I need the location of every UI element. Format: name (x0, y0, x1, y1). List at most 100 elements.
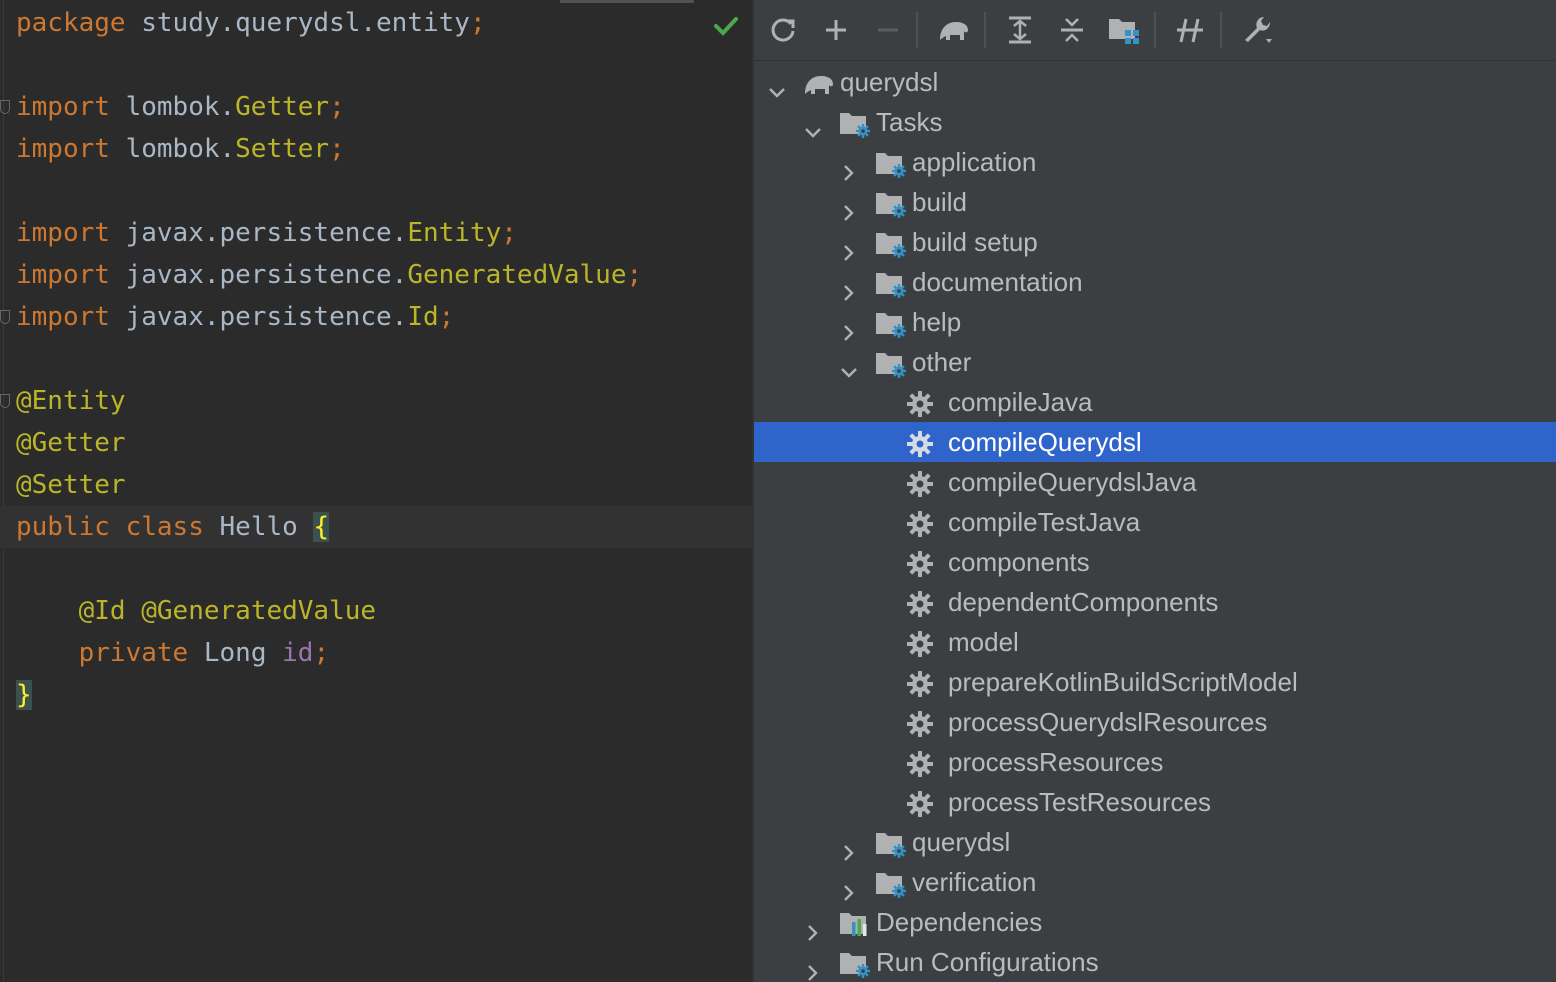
code-line[interactable]: @Entity (16, 380, 126, 422)
fold-marker-icon[interactable] (0, 100, 10, 114)
code-line[interactable]: import javax.persistence.Id; (16, 296, 454, 338)
link-gradle-project-button[interactable] (816, 10, 856, 50)
reload-all-gradle-projects-button[interactable] (764, 10, 804, 50)
gear-icon (906, 389, 940, 417)
code-token: @GeneratedValue (141, 596, 377, 626)
code-line[interactable]: package study.querydsl.entity; (16, 2, 486, 44)
tree-item-label: compileJava (948, 387, 1093, 417)
chevron-right-icon[interactable] (840, 193, 858, 221)
refresh-icon (771, 18, 795, 42)
code-token: ; (438, 302, 455, 332)
chevron-right-icon[interactable] (840, 313, 858, 341)
tree-item-verification[interactable]: verification (754, 862, 1556, 902)
tree-item-help[interactable]: help (754, 302, 1556, 342)
tree-item-tasks[interactable]: Tasks (754, 102, 1556, 142)
group-modules-button[interactable] (1104, 10, 1144, 50)
tree-item-label: processQuerydslResources (948, 707, 1268, 737)
code-line[interactable]: import lombok.Setter; (16, 128, 345, 170)
collapse-all-icon (1061, 18, 1083, 42)
code-token: javax.persistence. (109, 302, 408, 332)
code-token: javax.persistence. (109, 260, 408, 290)
gear-icon (906, 669, 940, 697)
tree-item-project-querydsl[interactable]: querydsl (754, 62, 1556, 102)
unlink-gradle-project-button[interactable] (868, 10, 908, 50)
tree-item-label: application (912, 147, 1037, 177)
toolbar-separator (916, 12, 918, 48)
code-line[interactable]: @Id @GeneratedValue (16, 590, 376, 632)
task-processtestresources[interactable]: processTestResources (754, 782, 1556, 822)
chevron-right-icon[interactable] (840, 873, 858, 901)
task-components[interactable]: components (754, 542, 1556, 582)
code-line[interactable]: public class Hello { (16, 506, 330, 548)
gear-icon (906, 709, 940, 737)
gradle-toolbar (754, 0, 1556, 61)
folder-group-icon (1109, 19, 1139, 44)
plus-icon (826, 20, 846, 40)
toggle-offline-mode-button[interactable] (1170, 10, 1210, 50)
chevron-right-icon[interactable] (804, 953, 822, 981)
code-token: ; (501, 218, 517, 248)
expand-all-button[interactable] (1000, 10, 1040, 50)
task-model[interactable]: model (754, 622, 1556, 662)
task-compilequerydsl[interactable]: compileQuerydsl (754, 422, 1556, 462)
task-compilequerydsljava[interactable]: compileQuerydslJava (754, 462, 1556, 502)
minus-icon (878, 28, 898, 32)
collapse-all-button[interactable] (1052, 10, 1092, 50)
code-line[interactable]: import javax.persistence.Entity; (16, 212, 517, 254)
chevron-right-icon[interactable] (840, 273, 858, 301)
code-token: private (78, 638, 189, 668)
code-line[interactable]: import lombok.Getter; (16, 86, 345, 128)
tree-item-other[interactable]: other (754, 342, 1556, 382)
chevron-right-icon[interactable] (840, 233, 858, 261)
tree-item-label: compileQuerydslJava (948, 467, 1197, 497)
task-folder-icon (874, 869, 908, 898)
tree-item-label: compileTestJava (948, 507, 1141, 537)
tree-item-label: build setup (912, 227, 1038, 257)
chevron-right-icon[interactable] (804, 913, 822, 941)
code-line[interactable]: private Long id; (16, 632, 329, 674)
task-processquerydslresources[interactable]: processQuerydslResources (754, 702, 1556, 742)
build-tool-settings-button[interactable] (1238, 10, 1278, 50)
tree-item-application[interactable]: application (754, 142, 1556, 182)
code-token: class (125, 512, 204, 542)
code-line[interactable]: @Setter (16, 464, 126, 506)
task-folder-icon (874, 149, 908, 178)
code-editor[interactable]: package study.querydsl.entity; import lom… (0, 0, 752, 982)
gradle-tool-window: querydsl Tasks application build build setup… (754, 0, 1556, 982)
code-token: ; (329, 92, 345, 122)
task-dependentcomponents[interactable]: dependentComponents (754, 582, 1556, 622)
tree-item-querydsl-group[interactable]: querydsl (754, 822, 1556, 862)
tree-item-label: Run Configurations (876, 947, 1099, 977)
chevron-down-icon[interactable] (840, 353, 858, 378)
code-token: import (16, 92, 110, 122)
code-line[interactable]: import javax.persistence.GeneratedValue; (16, 254, 642, 296)
fold-marker-icon[interactable] (0, 310, 10, 324)
execute-gradle-task-button[interactable] (934, 10, 974, 50)
chevron-down-icon[interactable] (804, 113, 822, 138)
task-compiletestjava[interactable]: compileTestJava (754, 502, 1556, 542)
tree-item-build-setup[interactable]: build setup (754, 222, 1556, 262)
task-folder-icon (838, 949, 872, 978)
task-folder-icon (874, 229, 908, 258)
code-line[interactable]: } (16, 674, 32, 716)
chevron-right-icon[interactable] (840, 153, 858, 181)
check-icon[interactable] (712, 14, 740, 38)
editor-scroll-marker (560, 0, 694, 3)
task-preparekotlinbuildscriptmodel[interactable]: prepareKotlinBuildScriptModel (754, 662, 1556, 702)
task-processresources[interactable]: processResources (754, 742, 1556, 782)
tree-item-dependencies[interactable]: Dependencies (754, 902, 1556, 942)
tree-item-build[interactable]: build (754, 182, 1556, 222)
code-line[interactable]: @Getter (16, 422, 126, 464)
code-token: Hello (203, 512, 314, 542)
code-token: import (16, 218, 110, 248)
tree-item-run-configurations[interactable]: Run Configurations (754, 942, 1556, 982)
tree-item-documentation[interactable]: documentation (754, 262, 1556, 302)
chevron-down-icon[interactable] (768, 73, 786, 98)
task-folder-icon (874, 269, 908, 298)
chevron-right-icon[interactable] (840, 833, 858, 861)
task-compilejava[interactable]: compileJava (754, 382, 1556, 422)
tree-item-label: Dependencies (876, 907, 1043, 937)
fold-marker-icon[interactable] (0, 394, 10, 408)
